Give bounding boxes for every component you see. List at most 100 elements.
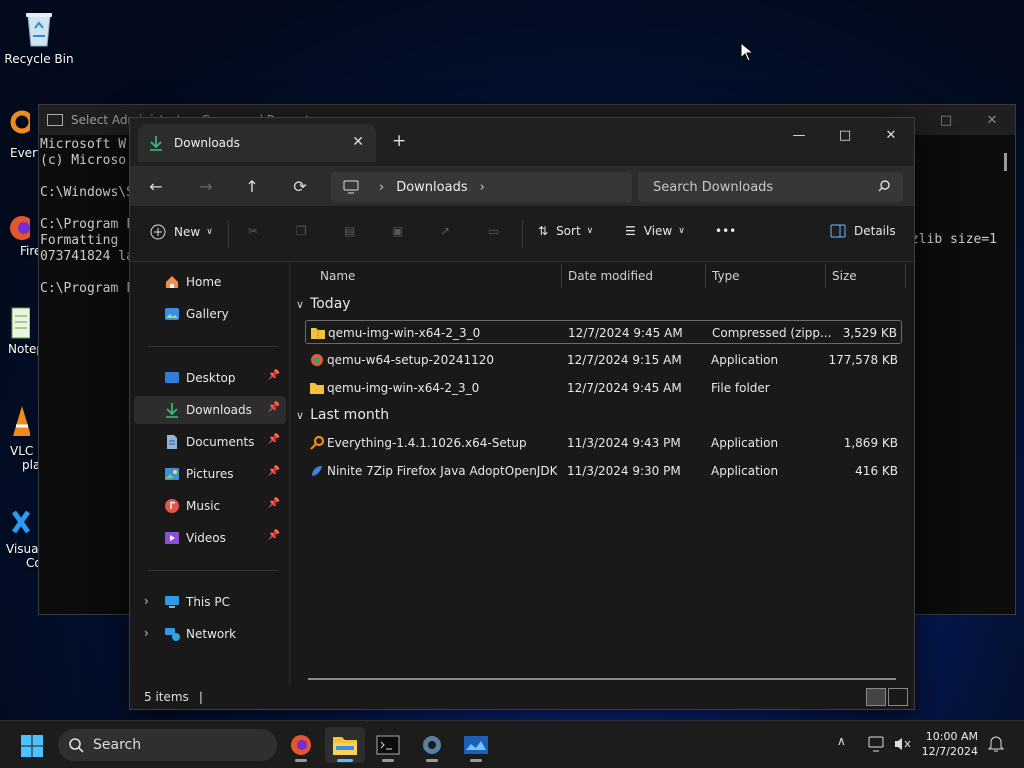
file-list: Name Date modified Type Size ∨ Today qem… — [290, 262, 914, 687]
chevron-right-icon[interactable]: › — [144, 594, 149, 608]
monitor-app-icon — [464, 736, 488, 754]
new-tab-button[interactable]: + — [392, 131, 406, 151]
sidebar-item-home[interactable]: Home — [134, 268, 286, 296]
tiles-view-button[interactable] — [888, 688, 908, 706]
breadcrumb-downloads[interactable]: Downloads — [396, 180, 467, 195]
windows-start-icon[interactable] — [20, 734, 44, 758]
up-button[interactable]: ↑ — [238, 172, 266, 200]
vscode-icon — [0, 504, 31, 544]
column-header-name[interactable]: Name — [320, 262, 355, 290]
chevron-right-icon[interactable]: › — [144, 626, 149, 640]
running-indicator — [470, 759, 482, 762]
cut-button[interactable]: ✂ — [248, 224, 258, 238]
details-view-button[interactable] — [866, 688, 886, 706]
column-header-date[interactable]: Date modified — [568, 262, 653, 290]
everything-icon — [310, 435, 325, 450]
table-row[interactable]: qemu-w64-setup-20241120 12/7/2024 9:15 A… — [305, 348, 902, 372]
group-header-last-month[interactable]: ∨ Last month — [296, 407, 389, 423]
column-header-type[interactable]: Type — [712, 262, 740, 290]
sidebar-item-gallery[interactable]: Gallery — [134, 300, 286, 328]
file-date: 12/7/2024 9:45 AM — [567, 381, 682, 395]
pin-icon: 📌 — [267, 434, 280, 445]
refresh-button[interactable]: ⟳ — [286, 172, 314, 200]
column-divider[interactable] — [825, 264, 826, 288]
documents-icon — [167, 435, 177, 449]
file-type: Application — [711, 353, 779, 367]
rename-button[interactable]: ▣ — [392, 224, 403, 238]
search-input[interactable]: Search Downloads — [638, 172, 903, 202]
table-row[interactable]: qemu-img-win-x64-2_3_0 12/7/2024 9:45 AM… — [305, 320, 902, 344]
network-status-icon[interactable] — [868, 736, 886, 752]
sidebar-item-downloads[interactable]: Downloads 📌 — [134, 396, 286, 424]
cmd-line-tail: zlib size=1 — [910, 232, 997, 247]
sidebar-item-this-pc[interactable]: › This PC — [134, 588, 286, 616]
share-button[interactable]: ↗ — [440, 224, 450, 238]
file-explorer-window[interactable]: Downloads ✕ + — □ ✕ ← → ↑ ⟳ › Downloads … — [129, 117, 915, 710]
taskbar-firefox[interactable] — [281, 727, 321, 763]
address-bar[interactable]: › Downloads › — [331, 172, 632, 202]
tab-downloads[interactable]: Downloads ✕ — [138, 124, 376, 162]
table-row[interactable]: qemu-img-win-x64-2_3_0 12/7/2024 9:45 AM… — [305, 376, 902, 400]
view-button[interactable]: ☰ View ∨ — [625, 224, 685, 238]
copy-icon: ❐ — [296, 224, 307, 238]
sidebar-item-pictures[interactable]: Pictures 📌 — [134, 460, 286, 488]
copy-button[interactable]: ❐ — [296, 224, 307, 238]
sidebar-item-music[interactable]: Music 📌 — [134, 492, 286, 520]
table-row[interactable]: Everything-1.4.1.1026.x64-Setup 11/3/202… — [305, 431, 902, 455]
taskbar-settings[interactable] — [412, 727, 452, 763]
sidebar-item-label: Desktop — [186, 371, 236, 385]
gear-icon — [423, 736, 441, 754]
explorer-titlebar[interactable]: Downloads ✕ + — □ ✕ — [130, 118, 914, 166]
show-hidden-icons-chevron-icon[interactable]: ∧ — [837, 734, 846, 748]
taskbar-app-monitor[interactable] — [456, 727, 496, 763]
minimize-button[interactable]: — — [776, 120, 822, 150]
sidebar-item-label: Music — [186, 499, 221, 513]
chevron-right-icon[interactable]: › — [379, 180, 384, 195]
sidebar-item-label: Home — [186, 275, 222, 289]
sort-button[interactable]: ⇅ Sort ∨ — [538, 224, 593, 238]
sidebar-item-documents[interactable]: Documents 📌 — [134, 428, 286, 456]
file-type: Application — [711, 436, 779, 450]
more-options-button[interactable]: ••• — [715, 224, 736, 238]
sidebar-item-network[interactable]: › Network — [134, 620, 286, 648]
back-button[interactable]: ← — [142, 172, 170, 200]
close-button[interactable]: ✕ — [868, 120, 914, 150]
column-header-size[interactable]: Size — [832, 262, 857, 290]
notification-bell-icon[interactable] — [988, 735, 1004, 753]
group-header-today[interactable]: ∨ Today — [296, 296, 351, 312]
cmd-close-button[interactable]: ✕ — [969, 105, 1015, 135]
desktop-icon-recycle-bin[interactable]: Recycle Bin — [4, 8, 74, 66]
system-clock[interactable]: 10:00 AM 12/7/2024 — [922, 729, 978, 759]
taskbar-search-label: Search — [93, 737, 142, 753]
cmd-scrollbar[interactable] — [1004, 153, 1007, 171]
notepad-icon — [0, 304, 31, 344]
forward-button[interactable]: → — [192, 172, 220, 200]
paste-button[interactable]: ▤ — [344, 224, 355, 238]
taskbar-terminal[interactable] — [368, 727, 408, 763]
chevron-down-icon: ∨ — [206, 227, 213, 237]
sidebar-item-label: Pictures — [186, 467, 234, 481]
cmd-maximize-button[interactable]: □ — [923, 105, 969, 135]
sidebar-item-desktop[interactable]: Desktop 📌 — [134, 364, 286, 392]
gallery-icon — [165, 308, 179, 320]
horizontal-scrollbar[interactable] — [308, 678, 896, 680]
taskbar-file-explorer[interactable] — [325, 727, 365, 763]
maximize-button[interactable]: □ — [822, 120, 868, 150]
file-size: 3,529 KB — [842, 326, 897, 340]
volume-muted-icon[interactable] — [894, 736, 912, 752]
column-divider[interactable] — [905, 264, 906, 288]
zip-folder-icon — [311, 328, 325, 339]
table-row[interactable]: Ninite 7Zip Firefox Java AdoptOpenJDK x.… — [305, 459, 902, 483]
more-icon: ••• — [715, 224, 737, 238]
chevron-down-icon: ∨ — [296, 408, 305, 422]
column-divider[interactable] — [561, 264, 562, 288]
music-icon — [165, 499, 179, 513]
new-button[interactable]: New ∨ — [150, 224, 213, 240]
sidebar-item-videos[interactable]: Videos 📌 — [134, 524, 286, 552]
column-divider[interactable] — [705, 264, 706, 288]
taskbar-search[interactable]: Search — [58, 729, 277, 761]
delete-button[interactable]: ▭ — [488, 224, 499, 238]
chevron-right-icon[interactable]: › — [480, 180, 485, 195]
close-tab-icon[interactable]: ✕ — [352, 134, 364, 150]
details-pane-button[interactable]: Details — [830, 224, 896, 238]
